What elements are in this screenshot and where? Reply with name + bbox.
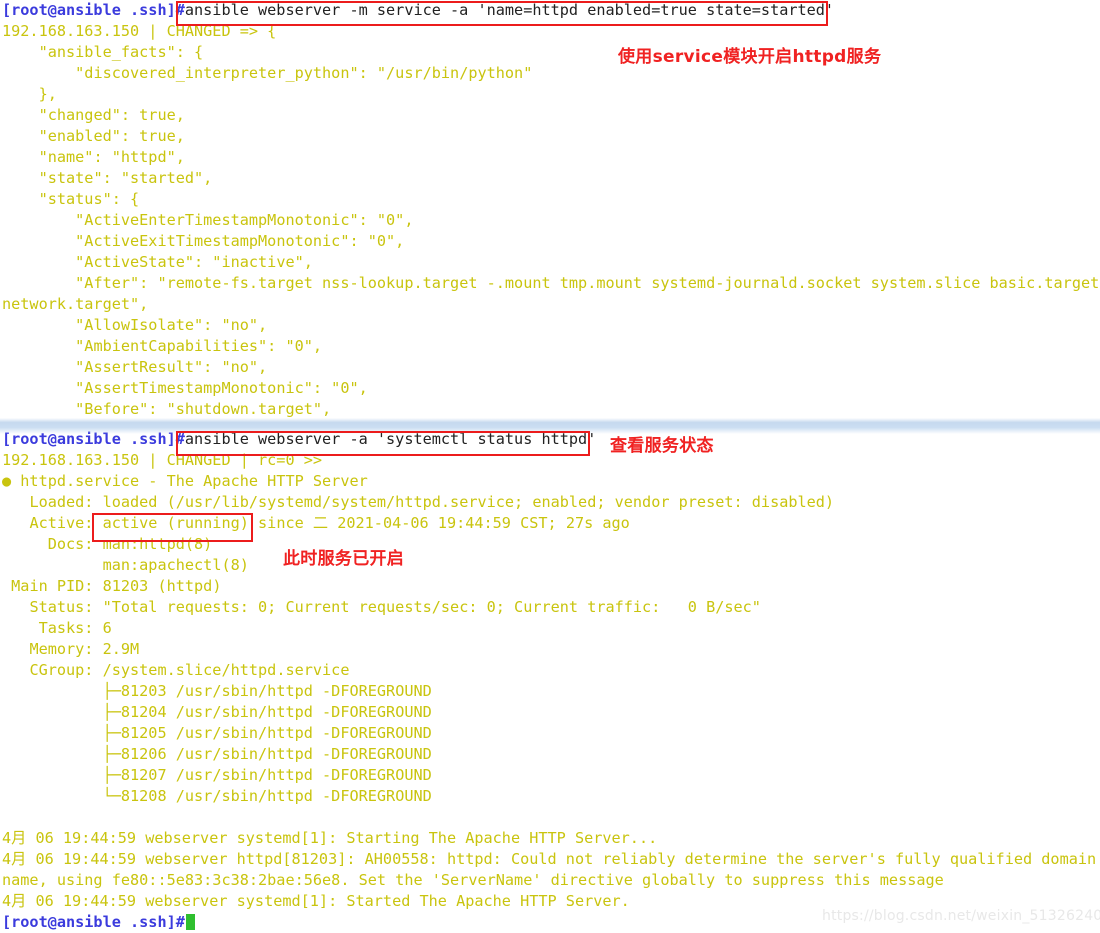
terminal-window[interactable]: [root@ansible .ssh]#ansible webserver -m… xyxy=(0,0,1100,933)
cursor-block xyxy=(185,914,195,930)
process-tree-line: └─81208 /usr/sbin/httpd -DFOREGROUND xyxy=(2,787,432,805)
annotation-service-module: 使用service模块开启httpd服务 xyxy=(618,47,882,67)
output-line: "name": "httpd", xyxy=(2,148,185,166)
output-line: man:apachectl(8) xyxy=(2,556,249,574)
output-line: "AssertResult": "no", xyxy=(2,358,268,376)
output-line: "Before": "shutdown.target", xyxy=(2,400,332,418)
process-tree-line: ├─81205 /usr/sbin/httpd -DFOREGROUND xyxy=(2,724,432,742)
output-line: }, xyxy=(2,85,57,103)
watermark-text: https://blog.csdn.net/weixin_51326240 xyxy=(822,908,1100,924)
output-line: 192.168.163.150 | CHANGED | rc=0 >> xyxy=(2,451,323,469)
shell-prompt: [root@ansible .ssh]# xyxy=(2,1,185,19)
journal-log-line: 4月 06 19:44:59 webserver systemd[1]: Sta… xyxy=(2,829,658,847)
output-line: "ActiveExitTimestampMonotonic": "0", xyxy=(2,232,405,250)
output-line: Loaded: loaded (/usr/lib/systemd/system/… xyxy=(2,493,835,511)
output-line: "ActiveState": "inactive", xyxy=(2,253,313,271)
output-line: "ActiveEnterTimestampMonotonic": "0", xyxy=(2,211,414,229)
journal-log-line: 4月 06 19:44:59 webserver httpd[81203]: A… xyxy=(2,850,1097,889)
output-line: CGroup: /system.slice/httpd.service xyxy=(2,661,350,679)
output-line: "After": "remote-fs.target nss-lookup.ta… xyxy=(2,274,1100,313)
output-line-active-state: Active: active (running) since 二 2021-04… xyxy=(2,514,630,532)
output-line: "enabled": true, xyxy=(2,127,185,145)
process-tree-line: ├─81203 /usr/sbin/httpd -DFOREGROUND xyxy=(2,682,432,700)
process-tree-line: ├─81207 /usr/sbin/httpd -DFOREGROUND xyxy=(2,766,432,784)
output-line: Docs: man:httpd(8) xyxy=(2,535,213,553)
screenshot-splice-band xyxy=(0,418,1100,434)
output-line: "discovered_interpreter_python": "/usr/b… xyxy=(2,64,533,82)
annotation-check-status: 查看服务状态 xyxy=(610,436,714,456)
command-text-service-module: ansible webserver -m service -a 'name=ht… xyxy=(184,1,835,19)
output-line: Status: "Total requests: 0; Current requ… xyxy=(2,598,761,616)
output-line: "status": { xyxy=(2,190,140,208)
output-line: Memory: 2.9M xyxy=(2,640,140,658)
output-line: ● httpd.service - The Apache HTTP Server xyxy=(2,472,368,490)
output-line: Tasks: 6 xyxy=(2,619,112,637)
output-line: "changed": true, xyxy=(2,106,185,124)
shell-prompt: [root@ansible .ssh]# xyxy=(2,913,185,931)
output-line: 192.168.163.150 | CHANGED => { xyxy=(2,22,277,40)
output-line: "AssertTimestampMonotonic": "0", xyxy=(2,379,368,397)
output-line: "state": "started", xyxy=(2,169,213,187)
annotation-service-started: 此时服务已开启 xyxy=(283,549,405,569)
output-line: "ansible_facts": { xyxy=(2,43,204,61)
output-line: Main PID: 81203 (httpd) xyxy=(2,577,222,595)
process-tree-line: ├─81206 /usr/sbin/httpd -DFOREGROUND xyxy=(2,745,432,763)
output-line: "AmbientCapabilities": "0", xyxy=(2,337,323,355)
output-line: "AllowIsolate": "no", xyxy=(2,316,268,334)
command-line-service-module[interactable]: [root@ansible .ssh]#ansible webserver -m… xyxy=(0,0,1100,21)
process-tree-line: ├─81204 /usr/sbin/httpd -DFOREGROUND xyxy=(2,703,432,721)
